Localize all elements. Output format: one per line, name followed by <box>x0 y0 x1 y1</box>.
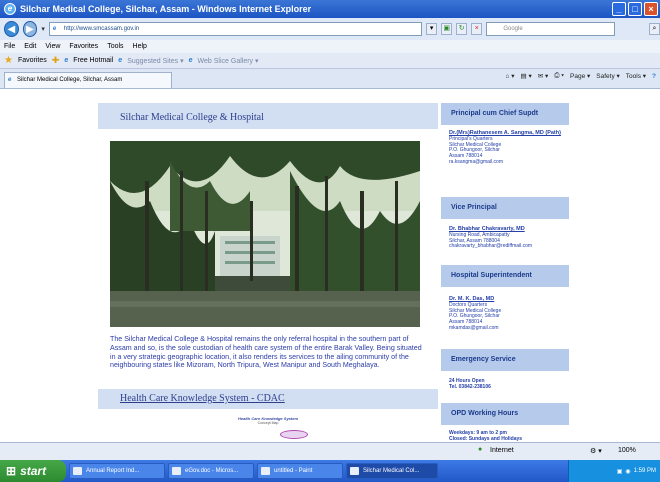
protected-mode-icon[interactable]: ⚙ ▾ <box>590 447 602 455</box>
emergency-phone: Tel. 03842-238106 <box>449 383 491 390</box>
minimize-button[interactable]: _ <box>612 2 626 16</box>
safety-menu[interactable]: Safety ▾ <box>596 72 620 80</box>
add-favorites-icon[interactable]: ✚ <box>52 55 60 66</box>
sidebar: Principal cum Chief Supdt Dr.(Mrs)Rathan… <box>441 103 569 442</box>
ie-logo-icon: e <box>4 3 16 15</box>
windows-logo-icon: ⊞ <box>6 464 17 478</box>
favorites-star-icon[interactable]: ★ <box>4 55 13 66</box>
maximize-button[interactable]: □ <box>628 2 642 16</box>
search-input[interactable]: Google <box>486 22 615 36</box>
hotmail-icon: e <box>64 57 69 64</box>
opd-block: Weekdays: 9 am to 2 pm Closed: Sundays a… <box>449 430 567 443</box>
print-icon[interactable]: ⎙ ▾ <box>554 72 564 80</box>
emergency-heading: Emergency Service <box>441 349 569 371</box>
principal-email[interactable]: ra.ksangma@gmail.com <box>449 159 567 166</box>
web-slice-icon: e <box>188 57 193 64</box>
concept-map-oval-icon <box>280 430 308 439</box>
vice-email[interactable]: chakravarty_bhabhar@rediffmail.com <box>449 244 567 250</box>
back-button[interactable]: ◀ <box>4 21 19 37</box>
history-dropdown-icon[interactable]: ▾ <box>41 25 45 33</box>
superintendent-block: Dr. M. K. Das, MD Doctors Quarters Silch… <box>449 296 567 332</box>
main-column: Silchar Medical College & Hospital The S… <box>98 103 438 442</box>
page-menu[interactable]: Page ▾ <box>570 72 590 80</box>
close-button[interactable]: × <box>644 2 658 16</box>
search-icon[interactable]: ⌕ <box>648 23 660 35</box>
menu-file[interactable]: File <box>4 43 15 50</box>
fav-item-web-slice[interactable]: Web Slice Gallery ▾ <box>198 57 259 65</box>
start-button[interactable]: ⊞ start <box>0 460 66 482</box>
forward-button[interactable]: ▶ <box>22 21 38 37</box>
cdac-concept-map[interactable]: Health Care Knowledge System Concept Map <box>218 416 318 442</box>
command-bar: ⌂ ▾ ▤ ▾ ✉ ▾ ⎙ ▾ Page ▾ Safety ▾ Tools ▾ … <box>506 72 656 80</box>
cdac-link[interactable]: Health Care Knowledge System - CDAC <box>120 393 285 404</box>
menu-edit[interactable]: Edit <box>24 43 36 50</box>
superintendent-heading: Hospital Superintendent <box>441 265 569 287</box>
favorites-bar: ★ Favorites ✚ e Free Hotmail e Suggested… <box>0 53 660 69</box>
taskbar-item-egov-doc[interactable]: eGov.doc - Micros... <box>168 463 254 479</box>
zoom-level[interactable]: 100% <box>618 447 636 454</box>
address-input[interactable]: http://www.smcassam.gov.in <box>48 22 423 36</box>
status-bar: ● Internet ⚙ ▾ 100% <box>0 442 660 460</box>
mail-icon[interactable]: ✉ ▾ <box>538 72 549 80</box>
principal-heading: Principal cum Chief Supdt <box>441 103 569 125</box>
window-titlebar: e Silchar Medical College, Silchar, Assa… <box>0 0 660 18</box>
principal-block: Dr.(Mrs)Rathanesem A. Sangma, MD (Path) … <box>449 130 567 166</box>
stop-icon[interactable]: × <box>471 23 483 35</box>
fav-item-suggested-sites[interactable]: Suggested Sites ▾ <box>127 57 183 65</box>
help-icon[interactable]: ? <box>652 73 656 80</box>
clock[interactable]: 1:59 PM <box>634 468 656 474</box>
campus-photo <box>110 141 420 327</box>
address-dropdown-icon[interactable]: ▾ <box>426 23 438 35</box>
tray-volume-icon[interactable]: ◉ <box>625 468 630 475</box>
supdt-email[interactable]: mkamdas@gmail.com <box>449 325 567 332</box>
window-controls: _ □ × <box>612 2 658 16</box>
vice-principal-heading: Vice Principal <box>441 197 569 219</box>
section-title-bar: Health Care Knowledge System - CDAC <box>98 389 438 409</box>
opd-heading: OPD Working Hours <box>441 403 569 425</box>
refresh-icon[interactable]: ↻ <box>456 23 468 35</box>
emergency-block: 24 Hours Open Tel. 03842-238106 <box>449 378 567 391</box>
tools-menu[interactable]: Tools ▾ <box>626 72 646 80</box>
menu-favorites[interactable]: Favorites <box>69 43 98 50</box>
start-label: start <box>20 464 47 478</box>
feeds-icon[interactable]: ▤ ▾ <box>521 72 532 80</box>
menu-help[interactable]: Help <box>133 43 147 50</box>
suggested-sites-icon: e <box>118 57 123 64</box>
menu-view[interactable]: View <box>45 43 60 50</box>
system-tray: ▣ ◉ 1:59 PM <box>568 460 660 482</box>
window-title: Silchar Medical College, Silchar, Assam … <box>20 4 312 14</box>
home-icon[interactable]: ⌂ ▾ <box>506 72 515 80</box>
menu-bar: File Edit View Favorites Tools Help <box>0 40 660 53</box>
fav-item-hotmail[interactable]: Free Hotmail <box>73 57 113 64</box>
favorites-button[interactable]: Favorites <box>18 57 47 64</box>
taskbar-item-ie[interactable]: Silchar Medical Col... <box>346 463 438 479</box>
menu-tools[interactable]: Tools <box>107 43 123 50</box>
internet-zone-icon: ● <box>478 446 483 453</box>
vice-principal-block: Dr. Bhabhar Chakravarty, MD Nursing Road… <box>449 226 567 250</box>
compatibility-icon[interactable]: ▣ <box>441 23 453 35</box>
zone-label: Internet <box>490 447 514 454</box>
tray-network-icon[interactable]: ▣ <box>617 468 623 475</box>
taskbar-item-annual-report[interactable]: Annual Report Ind... <box>69 463 165 479</box>
page-title: Silchar Medical College & Hospital <box>120 112 264 123</box>
address-toolbar: ◀ ▶ ▾ http://www.smcassam.gov.in ▾ ▣ ↻ ×… <box>0 18 660 40</box>
taskbar: ⊞ start Annual Report Ind... eGov.doc - … <box>0 460 660 482</box>
web-content: Silchar Medical College & Hospital The S… <box>0 89 660 442</box>
college-description: The Silchar Medical College & Hospital r… <box>110 335 422 370</box>
tab-silchar[interactable]: Silchar Medical College, Silchar, Assam <box>4 72 172 88</box>
taskbar-item-paint[interactable]: untitled - Paint <box>257 463 343 479</box>
main-title-bar: Silchar Medical College & Hospital <box>98 103 438 129</box>
cdac-subheading: Concept Map <box>257 421 279 425</box>
